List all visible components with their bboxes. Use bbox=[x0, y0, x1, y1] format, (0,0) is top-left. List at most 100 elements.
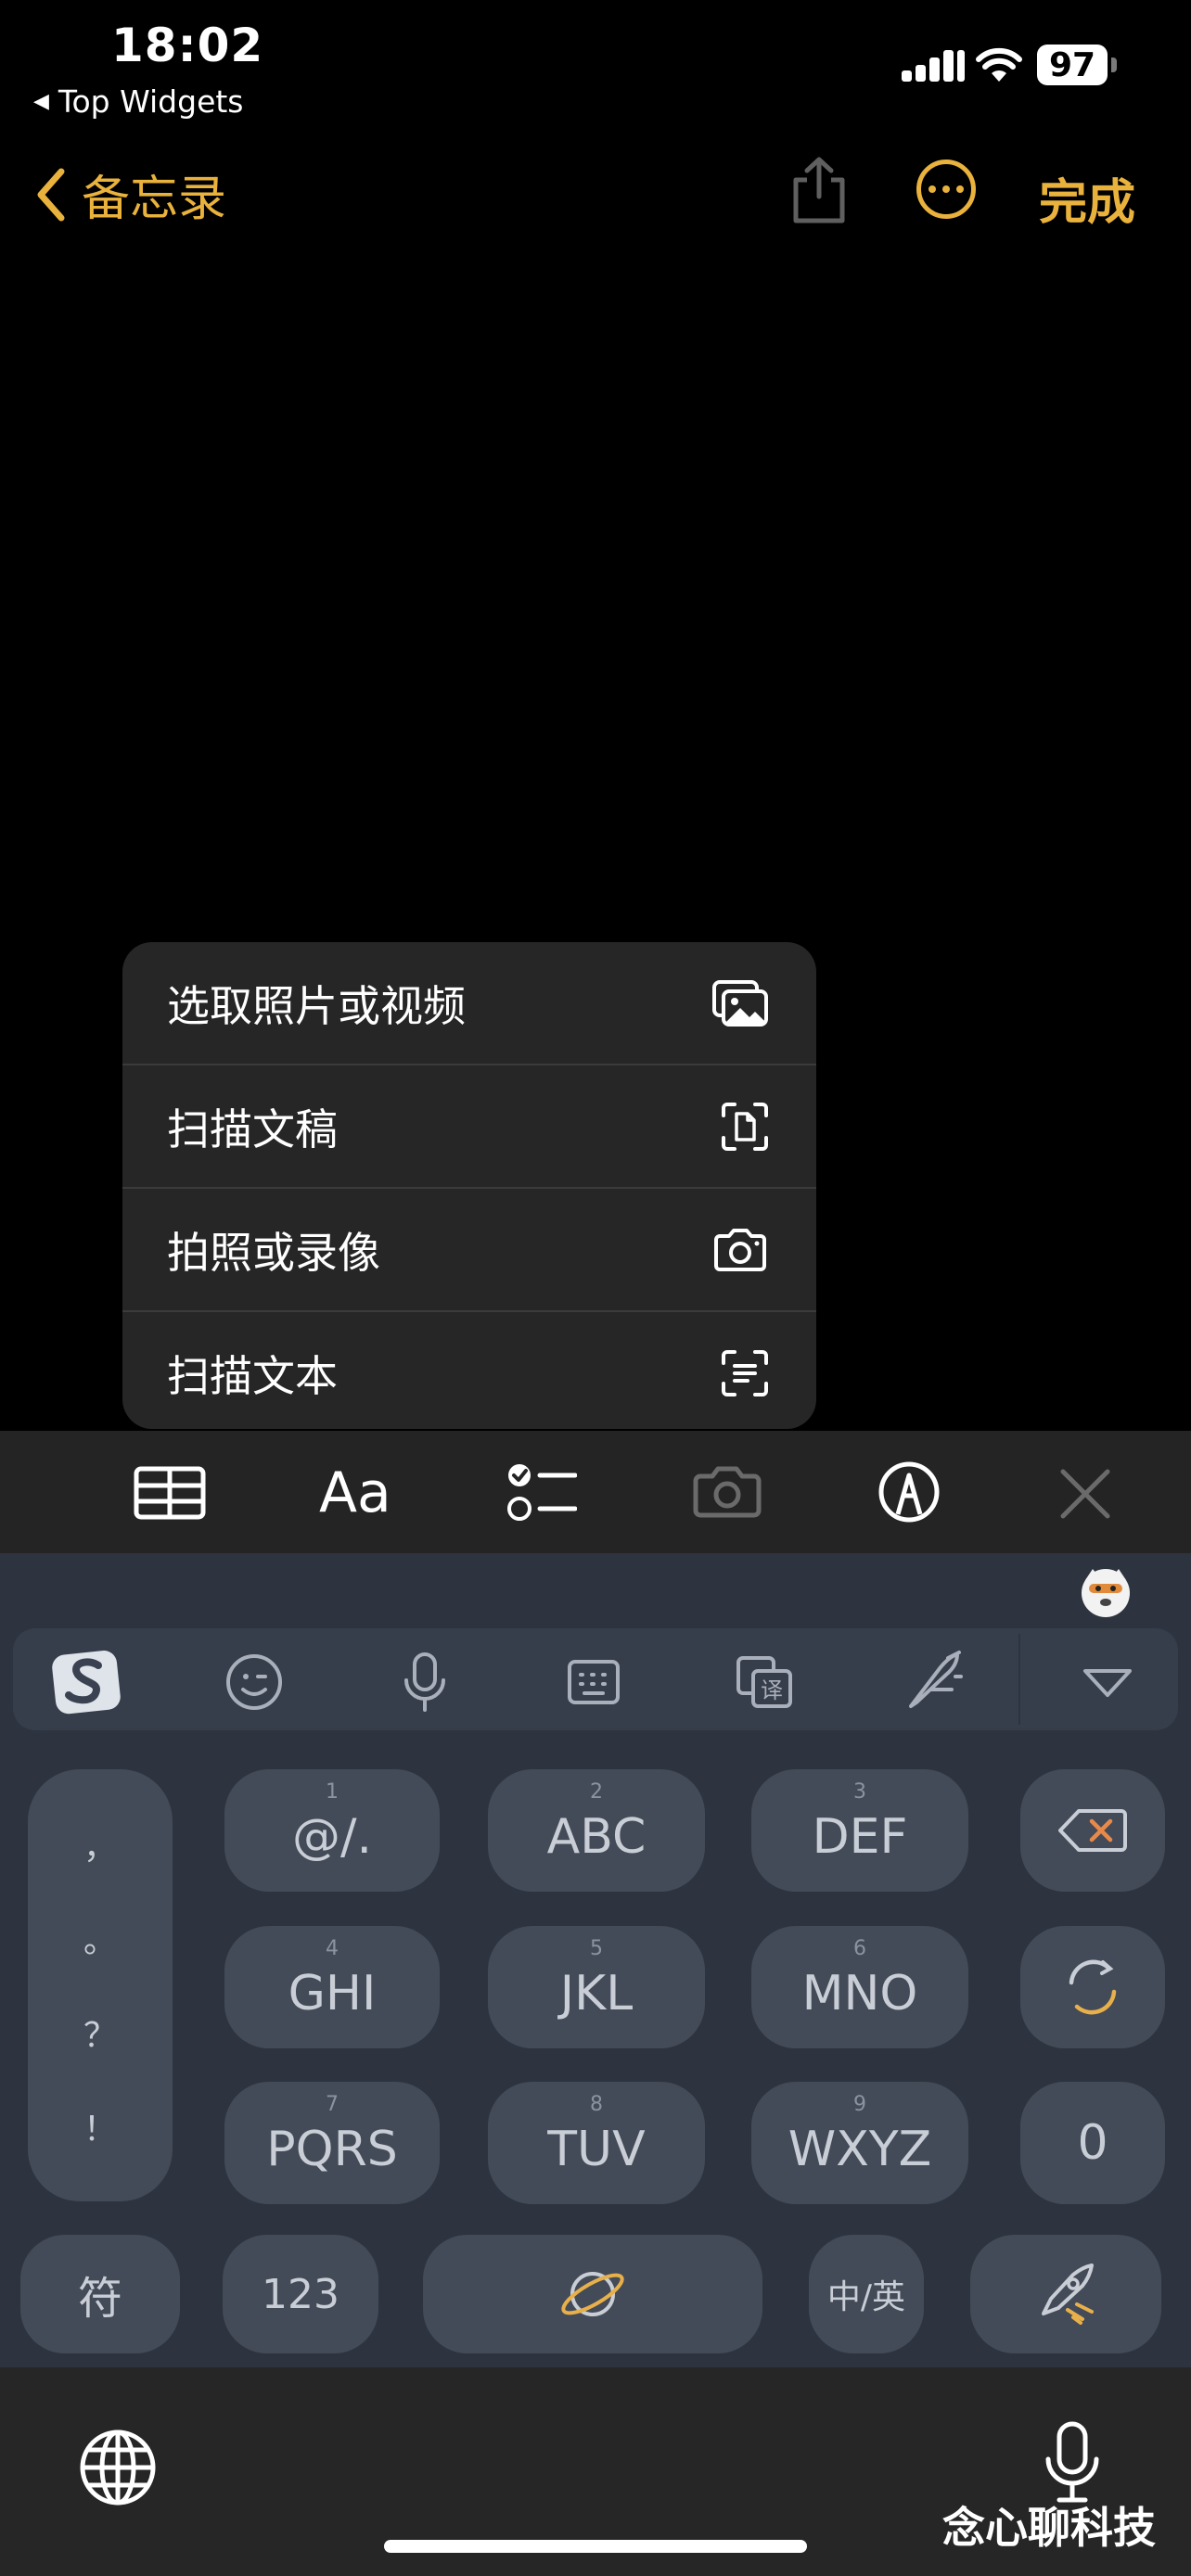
key-letters: DEF bbox=[812, 1809, 908, 1865]
back-triangle-icon: ◀ bbox=[33, 90, 49, 113]
battery-level: 97 bbox=[1048, 45, 1096, 84]
key-number: 3 bbox=[853, 1780, 866, 1804]
home-indicator[interactable] bbox=[384, 2540, 807, 2553]
done-button[interactable]: 完成 bbox=[1039, 163, 1135, 233]
format-icon[interactable]: Aa bbox=[319, 1460, 391, 1525]
menu-item-choose-photo[interactable]: 选取照片或视频 bbox=[122, 942, 816, 1065]
key-number: 5 bbox=[590, 1937, 603, 1960]
camera-icon bbox=[714, 1228, 766, 1271]
battery-indicator: 97 bbox=[1037, 45, 1108, 85]
key-8[interactable]: 8 TUV bbox=[488, 2082, 705, 2204]
key-number: 8 bbox=[590, 2093, 603, 2116]
notes-back-button[interactable]: 备忘录 bbox=[33, 159, 226, 229]
handwriting-icon[interactable] bbox=[903, 1649, 965, 1712]
symbols-key[interactable]: 符 bbox=[20, 2235, 180, 2353]
punctuation-key[interactable]: ？ bbox=[83, 2009, 117, 2057]
key-number: 1 bbox=[326, 1780, 339, 1804]
key-letters: GHI bbox=[288, 1966, 377, 2021]
voice-icon[interactable] bbox=[401, 1651, 449, 1714]
launch-key[interactable] bbox=[970, 2235, 1161, 2353]
key-number: 4 bbox=[326, 1937, 339, 1960]
key-5[interactable]: 5 JKL bbox=[488, 1926, 705, 2048]
photo-library-icon bbox=[712, 979, 768, 1027]
globe-icon[interactable] bbox=[78, 2428, 158, 2507]
numbers-key[interactable]: 123 bbox=[223, 2235, 378, 2353]
key-letters: WXYZ bbox=[788, 2122, 932, 2177]
key-1[interactable]: 1 @/. bbox=[224, 1769, 440, 1892]
numbers-label: 123 bbox=[262, 2270, 339, 2318]
space-key[interactable] bbox=[423, 2235, 762, 2353]
notes-back-label: 备忘录 bbox=[82, 172, 227, 227]
menu-item-label: 拍照或录像 bbox=[167, 1227, 380, 1278]
watermark-text: 念心聊科技 bbox=[942, 2503, 1156, 2553]
emoji-icon[interactable] bbox=[224, 1652, 284, 1712]
ellipsis-dot bbox=[942, 185, 950, 193]
key-letters: PQRS bbox=[266, 2122, 398, 2177]
language-switch-key[interactable]: 中/英 bbox=[809, 2235, 924, 2353]
attachment-menu: 选取照片或视频 扫描文稿 拍照或录像 扫描文本 bbox=[122, 942, 816, 1429]
key-number: 9 bbox=[853, 2093, 866, 2116]
key-letters: @/. bbox=[291, 1809, 373, 1865]
reenter-key[interactable] bbox=[1020, 1926, 1165, 2048]
menu-item-label: 扫描文本 bbox=[167, 1350, 338, 1401]
key-0[interactable]: 0 bbox=[1020, 2082, 1165, 2204]
key-letters: MNO bbox=[801, 1966, 918, 2021]
table-icon[interactable] bbox=[134, 1466, 206, 1520]
punctuation-key[interactable]: ！ bbox=[83, 2102, 117, 2150]
cellular-signal-icon bbox=[902, 48, 965, 82]
symbols-label: 符 bbox=[77, 2273, 122, 2325]
collapse-icon[interactable] bbox=[1082, 1667, 1133, 1699]
clipboard-translate-icon[interactable]: 译 bbox=[735, 1654, 794, 1710]
menu-item-scan-text[interactable]: 扫描文本 bbox=[122, 1312, 816, 1429]
notes-format-toolbar: Aa bbox=[0, 1431, 1191, 1553]
dictation-mic-icon[interactable] bbox=[1043, 2420, 1102, 2506]
menu-item-take-photo[interactable]: 拍照或录像 bbox=[122, 1189, 816, 1312]
key-6[interactable]: 6 MNO bbox=[751, 1926, 968, 2048]
key-7[interactable]: 7 PQRS bbox=[224, 2082, 440, 2204]
chevron-left-icon bbox=[37, 168, 65, 221]
key-number: 7 bbox=[326, 2093, 339, 2116]
key-2[interactable]: 2 ABC bbox=[488, 1769, 705, 1892]
back-to-app-link[interactable]: ◀ Top Widgets bbox=[33, 83, 244, 120]
ellipsis-dot bbox=[956, 185, 964, 193]
punctuation-column[interactable]: ， 。 ？ ！ bbox=[28, 1769, 173, 2201]
menu-item-label: 选取照片或视频 bbox=[167, 980, 466, 1031]
status-time: 18:02 bbox=[111, 19, 264, 72]
camera-icon[interactable] bbox=[690, 1464, 764, 1520]
key-letters: TUV bbox=[547, 2122, 646, 2177]
punctuation-key[interactable]: 。 bbox=[83, 1914, 117, 1962]
backspace-key[interactable] bbox=[1020, 1769, 1165, 1892]
key-zero-label: 0 bbox=[1077, 2115, 1108, 2171]
language-switch-label: 中/英 bbox=[826, 2278, 906, 2316]
mascot-avatar-icon[interactable] bbox=[1076, 1562, 1135, 1621]
key-letters: JKL bbox=[559, 1966, 634, 2021]
battery-tip bbox=[1111, 57, 1117, 72]
key-3[interactable]: 3 DEF bbox=[751, 1769, 968, 1892]
markup-pen-icon[interactable] bbox=[877, 1460, 941, 1524]
menu-item-label: 扫描文稿 bbox=[167, 1103, 338, 1154]
sogou-logo-icon[interactable] bbox=[50, 1647, 124, 1715]
wifi-icon bbox=[976, 46, 1022, 83]
refresh-icon bbox=[1069, 1959, 1117, 2015]
svg-text:译: 译 bbox=[761, 1677, 783, 1703]
backspace-icon bbox=[1058, 1809, 1127, 1852]
close-icon[interactable] bbox=[1059, 1468, 1111, 1520]
key-number: 6 bbox=[853, 1937, 866, 1960]
punctuation-key[interactable]: ， bbox=[83, 1820, 117, 1868]
planet-icon bbox=[561, 2272, 624, 2316]
scan-text-icon bbox=[722, 1349, 768, 1396]
function-bar-divider bbox=[1018, 1634, 1020, 1725]
key-4[interactable]: 4 GHI bbox=[224, 1926, 440, 2048]
key-9[interactable]: 9 WXYZ bbox=[751, 2082, 968, 2204]
ellipsis-dot bbox=[928, 185, 936, 193]
keyboard-icon[interactable] bbox=[566, 1658, 621, 1706]
back-app-label: Top Widgets bbox=[58, 83, 244, 120]
key-letters: ABC bbox=[546, 1809, 647, 1865]
more-options-button[interactable] bbox=[916, 159, 976, 219]
scan-document-icon bbox=[722, 1102, 768, 1151]
menu-item-scan-document[interactable]: 扫描文稿 bbox=[122, 1065, 816, 1189]
checklist-icon[interactable] bbox=[506, 1459, 577, 1525]
key-number: 2 bbox=[590, 1780, 603, 1804]
rocket-icon bbox=[1042, 2264, 1094, 2325]
share-icon[interactable] bbox=[788, 156, 850, 226]
